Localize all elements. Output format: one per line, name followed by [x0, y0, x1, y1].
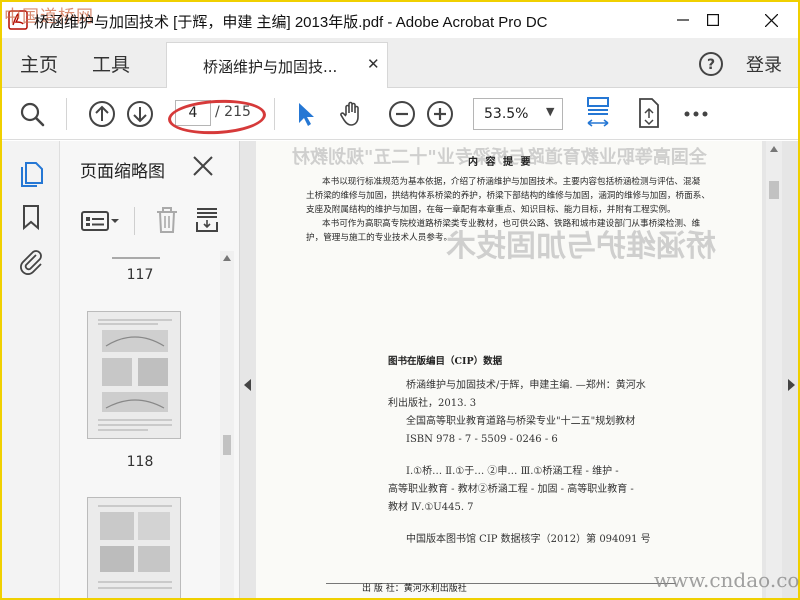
- svg-text:?: ?: [707, 57, 715, 73]
- scroll-up-icon[interactable]: [770, 146, 778, 152]
- tab-document[interactable]: 桥涵维护与加固技... ✕: [166, 42, 388, 88]
- delete-page-icon[interactable]: [154, 205, 180, 235]
- zoom-value: 53.5%: [484, 106, 529, 122]
- summary-line: 本书可作为高职高专院校道路桥梁类专业教材，也可供公路、铁路和城市建设部门从事桥梁…: [322, 219, 701, 229]
- thumbnail-label: 118: [126, 454, 154, 470]
- scroll-up-icon[interactable]: [223, 255, 231, 261]
- title-bar: 中国道桥网 桥涵维护与加固技术 [于辉，申建 主编] 2013年版.pdf - …: [2, 2, 798, 38]
- chevron-down-icon: ▼: [546, 105, 555, 118]
- thumbnail-page-119[interactable]: [87, 497, 181, 598]
- more-options-icon[interactable]: [682, 100, 710, 128]
- thumbnail-scrollbar[interactable]: [220, 251, 234, 598]
- document-viewer: 全国高等职业教育道路与桥梁专业"十二五"规划教材 桥涵维护与加固技术 内 容 提…: [240, 141, 798, 598]
- bookmark-icon[interactable]: [17, 203, 45, 231]
- expand-right-pane-icon[interactable]: [788, 379, 795, 391]
- close-tab-icon[interactable]: ✕: [367, 55, 380, 73]
- thumbnail-preview: [88, 498, 180, 598]
- zoom-level-select[interactable]: 53.5% ▼: [473, 98, 563, 130]
- close-icon: [764, 13, 778, 27]
- login-button[interactable]: 登录: [746, 51, 782, 77]
- close-panel-icon[interactable]: [192, 155, 214, 177]
- summary-paragraph: 本书以现行标准规范为基本依据，介绍了桥涵维护与加固技术。主要内容包括桥涵检测与评…: [306, 175, 746, 245]
- document-tab-label: 桥涵维护与加固技...: [203, 58, 338, 76]
- minimize-icon: [677, 19, 689, 21]
- cip-data: 桥涵维护与加固技术/于辉，申建主编. —郑州：黄河水 利出版社，2013. 3 …: [388, 377, 708, 549]
- window-title: 桥涵维护与加固技术 [于辉，申建 主编] 2013年版.pdf - Adobe …: [34, 14, 548, 31]
- summary-line: 土桥梁的维修与加固，拱结构体系桥梁的养护，桥梁下部结构的维修与加固，涵洞的维修与…: [306, 191, 710, 201]
- toolbar-divider: [66, 98, 67, 130]
- cip-line: 教材 Ⅳ.①U445. 7: [388, 502, 474, 513]
- collapse-left-pane-icon[interactable]: [244, 379, 251, 391]
- cip-line: 全国高等职业教育道路与桥梁专业"十二五"规划教材: [406, 416, 636, 427]
- page-total: / 215: [215, 104, 251, 120]
- cip-title: 图书在版编目（CIP）数据: [388, 356, 503, 367]
- thumbnail-page-118[interactable]: [87, 311, 181, 439]
- close-button[interactable]: [748, 2, 794, 38]
- attachment-icon[interactable]: [17, 247, 45, 275]
- rotate-page-icon[interactable]: [634, 96, 662, 130]
- site-watermark-url: www.cndao.com: [654, 568, 800, 592]
- zoom-in-icon[interactable]: [426, 100, 454, 128]
- scroll-thumb[interactable]: [223, 435, 231, 455]
- cip-line: 中国版本图书馆 CIP 数据核字（2012）第 094091 号: [406, 534, 651, 545]
- main-toolbar: 4 / 215 53.5% ▼: [2, 88, 798, 140]
- cip-line: 桥涵维护与加固技术/于辉，申建主编. —郑州：黄河水: [406, 380, 646, 391]
- acrobat-window: 中国道桥网 桥涵维护与加固技术 [于辉，申建 主编] 2013年版.pdf - …: [2, 2, 798, 598]
- next-page-icon[interactable]: [126, 100, 154, 128]
- cip-spacer: [388, 517, 708, 531]
- hand-tool-icon[interactable]: [338, 100, 366, 128]
- page-number-input[interactable]: 4: [175, 100, 211, 126]
- document-scrollbar[interactable]: [766, 141, 782, 598]
- tab-bar: 主页 工具 桥涵维护与加固技... ✕ ? 登录: [2, 38, 798, 88]
- fit-page-icon[interactable]: [584, 96, 612, 132]
- publisher-line: 出 版 社：黄河水利出版社: [362, 584, 467, 594]
- summary-line: 支座及附属结构的维护与加固，在每一章配有本章重点、知识目标、能力目标，并附有工程…: [306, 205, 676, 215]
- thumbnail-options-icon[interactable]: [80, 209, 120, 233]
- summary-line: 护，管理与施工的专业技术人员参考。: [306, 233, 453, 243]
- thumbnail-edge: [112, 257, 160, 259]
- cip-line: Ⅰ.①桥… Ⅱ.①于… ②申… Ⅲ.①桥涵工程 - 维护 -: [406, 466, 619, 477]
- thumbnail-toolbar: [60, 195, 240, 245]
- toolbar-divider: [134, 207, 135, 235]
- left-icon-rail: [2, 141, 60, 598]
- tab-tools[interactable]: 工具: [92, 50, 130, 77]
- previous-page-icon[interactable]: [88, 100, 116, 128]
- thumbnail-list: 117 118: [60, 251, 220, 598]
- page-thumbnails-icon[interactable]: [17, 159, 45, 187]
- select-cursor-icon[interactable]: [292, 100, 320, 128]
- cip-line: 高等职业教育 - 教材②桥涵工程 - 加固 - 高等职业教育 -: [388, 484, 634, 495]
- thumbnails-panel: 页面缩略图 117 118: [60, 141, 240, 598]
- cip-spacer: [388, 449, 708, 463]
- help-icon[interactable]: ?: [698, 51, 724, 77]
- zoom-out-icon[interactable]: [388, 100, 416, 128]
- maximize-icon: [707, 14, 719, 26]
- tab-home[interactable]: 主页: [20, 50, 58, 77]
- thumbnail-label: 117: [126, 267, 154, 283]
- section-heading: 内 容 提 要: [468, 157, 533, 168]
- cip-line: ISBN 978 - 7 - 5509 - 0246 - 6: [406, 434, 558, 445]
- thumbnail-preview: [88, 312, 180, 438]
- scroll-thumb[interactable]: [769, 181, 779, 199]
- toolbar-divider: [274, 98, 275, 130]
- panel-title: 页面缩略图: [80, 162, 165, 182]
- maximize-button[interactable]: [690, 2, 736, 38]
- pdf-page: 全国高等职业教育道路与桥梁专业"十二五"规划教材 桥涵维护与加固技术 内 容 提…: [256, 141, 762, 598]
- insert-page-icon[interactable]: [194, 205, 220, 235]
- cip-line: 利出版社，2013. 3: [388, 398, 477, 409]
- search-icon[interactable]: [18, 100, 46, 128]
- summary-line: 本书以现行标准规范为基本依据，介绍了桥涵维护与加固技术。主要内容包括桥涵检测与评…: [322, 177, 701, 187]
